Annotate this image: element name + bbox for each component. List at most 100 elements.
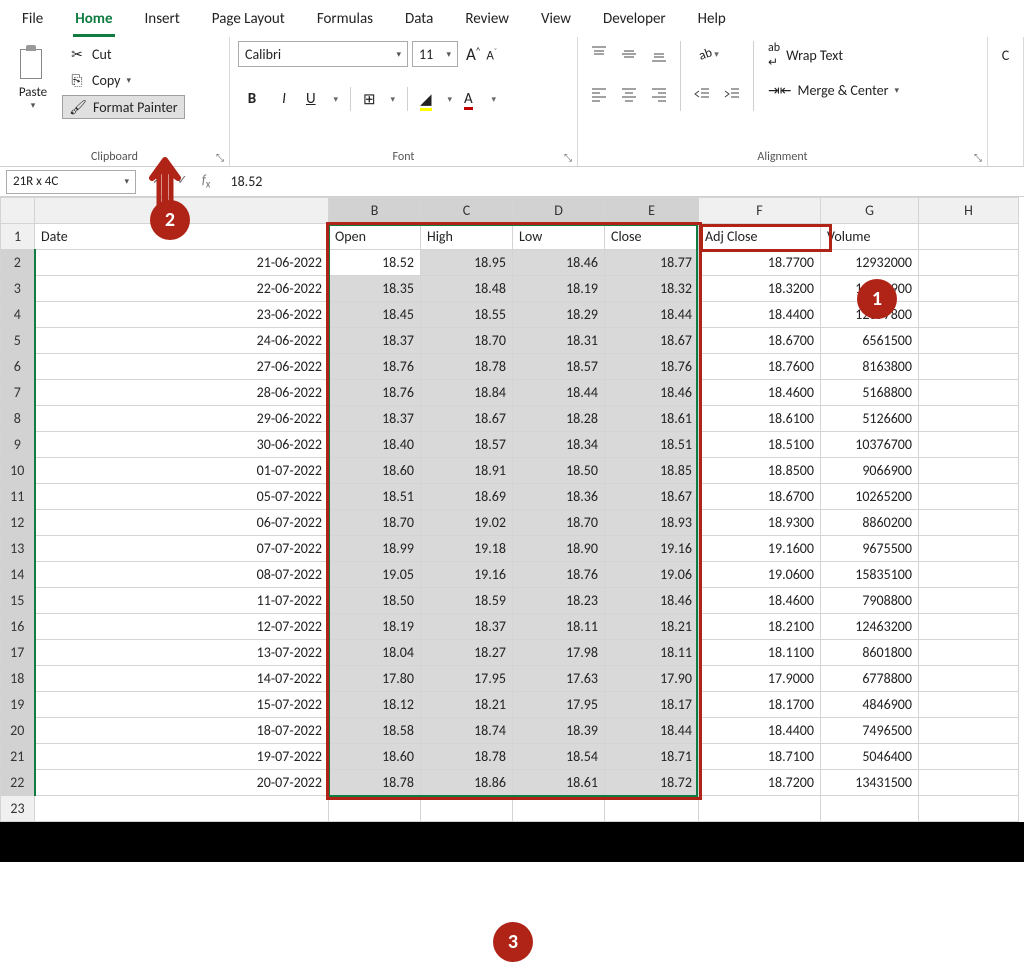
col-header-G[interactable]: G: [821, 198, 919, 224]
cell[interactable]: 27-06-2022: [35, 354, 329, 380]
cell[interactable]: [919, 510, 1019, 536]
paste-button[interactable]: Paste ▾: [8, 41, 58, 115]
cell[interactable]: [919, 224, 1019, 250]
cell[interactable]: 7496500: [821, 718, 919, 744]
cell[interactable]: 08-07-2022: [35, 562, 329, 588]
cell[interactable]: 18.19: [329, 614, 421, 640]
cell[interactable]: 17.63: [513, 666, 605, 692]
cell[interactable]: 12932000: [821, 250, 919, 276]
cell[interactable]: 19.05: [329, 562, 421, 588]
cell[interactable]: [919, 484, 1019, 510]
col-header-B[interactable]: B: [329, 198, 421, 224]
cell[interactable]: [699, 796, 821, 822]
cell[interactable]: 01-07-2022: [35, 458, 329, 484]
underline-button[interactable]: U▾: [302, 85, 342, 113]
cell[interactable]: 18.84: [421, 380, 513, 406]
alignment-launcher-icon[interactable]: ⤡: [971, 150, 985, 164]
cell[interactable]: [919, 692, 1019, 718]
row-header[interactable]: 14: [1, 562, 35, 588]
row-header[interactable]: 22: [1, 770, 35, 796]
fill-color-button[interactable]: ◢▾: [416, 85, 456, 113]
cell[interactable]: [919, 406, 1019, 432]
tab-review[interactable]: Review: [463, 6, 511, 37]
align-center-button[interactable]: [616, 81, 642, 107]
cell[interactable]: 5046400: [821, 744, 919, 770]
tab-home[interactable]: Home: [73, 6, 114, 37]
cell[interactable]: 18.90: [513, 536, 605, 562]
align-bottom-button[interactable]: [646, 41, 672, 67]
cell[interactable]: 18.4600: [699, 380, 821, 406]
row-header[interactable]: 23: [1, 796, 35, 822]
cell[interactable]: [919, 588, 1019, 614]
row-header[interactable]: 4: [1, 302, 35, 328]
italic-button[interactable]: I: [270, 85, 298, 113]
cell[interactable]: 18.32: [605, 276, 699, 302]
cell[interactable]: 18.5100: [699, 432, 821, 458]
cell[interactable]: Adj Close: [699, 224, 821, 250]
col-header-D[interactable]: D: [513, 198, 605, 224]
cell[interactable]: 18.21: [605, 614, 699, 640]
cell[interactable]: 18.27: [421, 640, 513, 666]
cell[interactable]: 19.0600: [699, 562, 821, 588]
row-header[interactable]: 12: [1, 510, 35, 536]
cell[interactable]: 18.93: [605, 510, 699, 536]
cell[interactable]: 6778800: [821, 666, 919, 692]
cell[interactable]: 19-07-2022: [35, 744, 329, 770]
row-header[interactable]: 13: [1, 536, 35, 562]
row-header[interactable]: 15: [1, 588, 35, 614]
orientation-button[interactable]: ab▾: [689, 41, 729, 67]
tab-file[interactable]: File: [20, 6, 45, 37]
cell[interactable]: 18.55: [421, 302, 513, 328]
cell[interactable]: 18.76: [329, 380, 421, 406]
tab-formulas[interactable]: Formulas: [315, 6, 375, 37]
format-painter-button[interactable]: 🖌 Format Painter: [62, 95, 185, 119]
select-all-corner[interactable]: [1, 198, 35, 224]
cell[interactable]: 18.7100: [699, 744, 821, 770]
cell[interactable]: 18.67: [421, 406, 513, 432]
row-header[interactable]: 1: [1, 224, 35, 250]
align-top-button[interactable]: [586, 41, 612, 67]
cell[interactable]: 18.57: [513, 354, 605, 380]
cell[interactable]: High: [421, 224, 513, 250]
cell[interactable]: [919, 432, 1019, 458]
cell[interactable]: 18.34: [513, 432, 605, 458]
cell[interactable]: 30-06-2022: [35, 432, 329, 458]
cell[interactable]: 18.11: [605, 640, 699, 666]
cell[interactable]: [421, 796, 513, 822]
row-header[interactable]: 9: [1, 432, 35, 458]
cell[interactable]: 20-07-2022: [35, 770, 329, 796]
cell[interactable]: Close: [605, 224, 699, 250]
cell[interactable]: 23-06-2022: [35, 302, 329, 328]
cell[interactable]: 18-07-2022: [35, 718, 329, 744]
cell[interactable]: [919, 536, 1019, 562]
row-header[interactable]: 18: [1, 666, 35, 692]
cell[interactable]: 18.50: [513, 458, 605, 484]
row-header[interactable]: 5: [1, 328, 35, 354]
cell[interactable]: 10376700: [821, 432, 919, 458]
cell[interactable]: 18.95: [421, 250, 513, 276]
cell[interactable]: 18.23: [513, 588, 605, 614]
cell[interactable]: 18.1100: [699, 640, 821, 666]
cell[interactable]: 18.99: [329, 536, 421, 562]
cell[interactable]: 29-06-2022: [35, 406, 329, 432]
cell[interactable]: 18.69: [421, 484, 513, 510]
font-launcher-icon[interactable]: ⤡: [561, 150, 575, 164]
cell[interactable]: 7908800: [821, 588, 919, 614]
cell[interactable]: 15835100: [821, 562, 919, 588]
cell[interactable]: 06-07-2022: [35, 510, 329, 536]
cell[interactable]: 18.36: [513, 484, 605, 510]
cut-button[interactable]: ✂ Cut: [62, 43, 185, 65]
cell[interactable]: 18.9300: [699, 510, 821, 536]
font-name-select[interactable]: Calibri ▾: [238, 41, 408, 67]
cell[interactable]: [919, 328, 1019, 354]
cell[interactable]: 18.6700: [699, 484, 821, 510]
tab-developer[interactable]: Developer: [601, 6, 668, 37]
tab-insert[interactable]: Insert: [143, 6, 182, 37]
cell[interactable]: 05-07-2022: [35, 484, 329, 510]
cell[interactable]: 18.76: [329, 354, 421, 380]
cell[interactable]: 18.60: [329, 458, 421, 484]
cell[interactable]: [821, 796, 919, 822]
cell[interactable]: 5126600: [821, 406, 919, 432]
cell[interactable]: 18.76: [605, 354, 699, 380]
cell[interactable]: 18.11: [513, 614, 605, 640]
